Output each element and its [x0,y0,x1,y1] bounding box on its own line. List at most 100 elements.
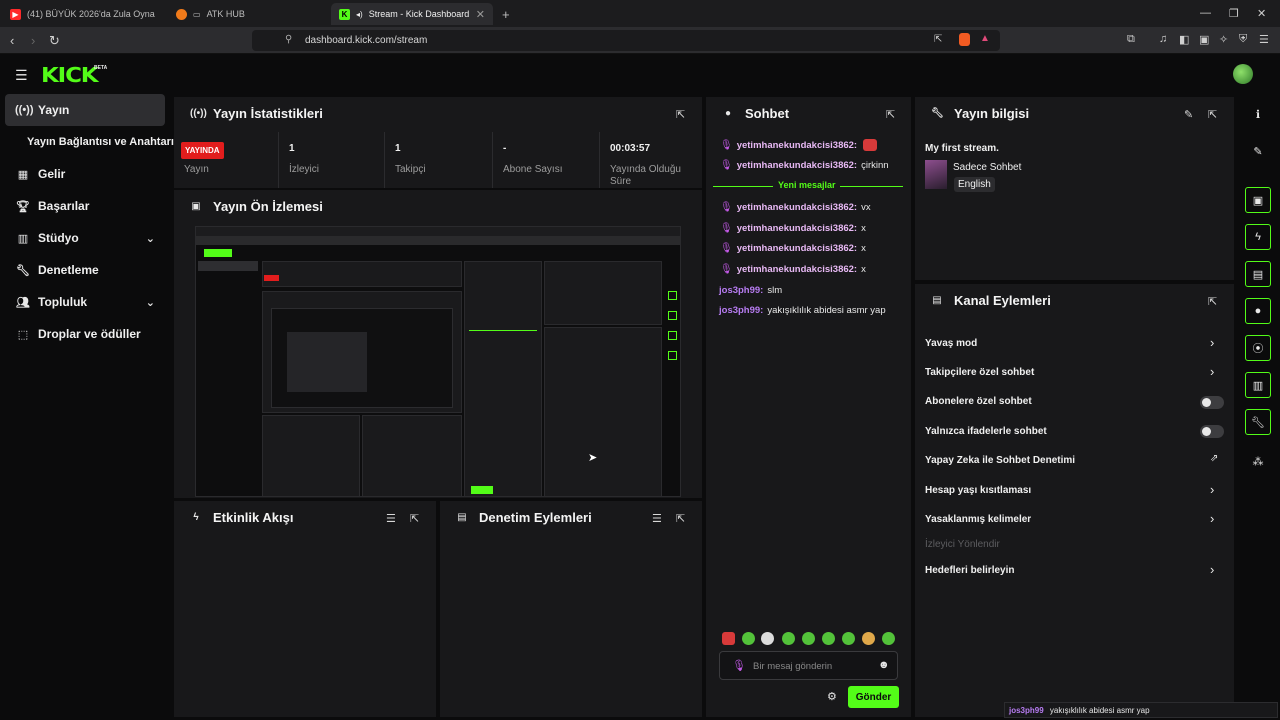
stat-value: 1 [395,143,401,154]
kick-logo[interactable]: KICK [41,63,99,87]
reload-icon[interactable]: ↻ [49,33,60,49]
edit-pencil-icon[interactable]: ✎ [1184,108,1193,121]
sidebar-toggle-icon[interactable]: ◧ [1179,33,1189,46]
emote-icon[interactable] [862,632,875,645]
action-slow-mode[interactable]: Yavaş mod [925,338,977,349]
music-icon[interactable]: ♫ [1159,33,1167,45]
chat-username[interactable]: yetimhanekundakcisi3862: [737,140,857,151]
action-account-age[interactable]: Hesap yaşı kısıtlaması [925,485,1031,496]
chevron-right-icon[interactable]: › [1210,482,1214,497]
chat-username[interactable]: yetimhanekundakcisi3862: [737,264,857,275]
category-name[interactable]: Sadece Sohbet [953,162,1021,173]
kick-icon: K [339,8,350,20]
preview-chat [464,261,542,496]
chevron-right-icon[interactable]: › [1210,562,1214,577]
preview-rail-button [668,331,677,340]
clipboard-icon[interactable]: ▤ [1245,261,1271,287]
browser-tab-youtube[interactable]: ▶ (41) BÜYÜK 2026'da Zula Oynanır mı [2,3,166,25]
emote-icon[interactable] [722,632,735,645]
browser-tab-kick[interactable]: K ◂) Stream - Kick Dashboard ✕ [331,3,493,25]
brave-rewards-icon[interactable]: ▲ [980,33,990,44]
stream-icon[interactable]: ⦿ [1245,335,1271,361]
brave-shield-icon[interactable] [959,33,970,46]
emote-icon[interactable] [742,632,755,645]
chat-username[interactable]: jos3ph99: [719,285,763,296]
moderation-title: ▤ Denetim Eylemleri [456,510,591,525]
emote-icon[interactable] [822,632,835,645]
info-icon[interactable]: ℹ [1245,101,1271,127]
filter-icon[interactable]: ☰ [386,512,396,525]
leo-ai-icon[interactable]: ✧ [1219,33,1228,46]
emote-icon[interactable] [882,632,895,645]
chevron-right-icon[interactable]: › [1210,364,1214,379]
emote-icon[interactable] [761,632,774,645]
popout-icon[interactable]: ⇱ [676,108,685,121]
restore-icon[interactable]: ❐ [1229,7,1239,20]
chat-username[interactable]: jos3ph99: [719,305,763,316]
stream-preview-video[interactable]: ➤ [195,226,681,497]
site-info-icon[interactable]: ⚲ [285,34,292,45]
filter-icon[interactable]: ☰ [652,512,662,525]
action-banned-words[interactable]: Yasaklanmış kelimeler [925,514,1031,525]
preview-newmsg-line [469,330,537,331]
sidebar-item-yayin[interactable]: ((•)) Yayın [5,94,165,126]
action-set-goals[interactable]: Hedefleri belirleyin [925,565,1014,576]
chat-username[interactable]: yetimhanekundakcisi3862: [737,160,857,171]
chat-settings-gear-icon[interactable]: ⚙ [827,690,837,703]
emote-icon[interactable] [842,632,855,645]
actions-icon[interactable]: ▥ [1245,372,1271,398]
action-followers-only[interactable]: Takipçilere özel sohbet [925,367,1034,378]
user-avatar[interactable] [1233,64,1253,84]
edit-pencil-icon[interactable]: ✎ [1245,138,1271,164]
stat-value: 1 [289,143,295,154]
preview-actions [544,327,662,496]
emote-icon[interactable] [782,632,795,645]
popout-icon[interactable]: ⇱ [886,108,895,121]
external-link-icon[interactable]: ⇗ [1210,453,1218,464]
popout-icon[interactable]: ⇱ [1208,108,1217,121]
new-tab-button[interactable]: + [494,3,516,25]
wallet-icon[interactable]: ▣ [1199,33,1209,46]
sidebar-item-denetleme[interactable]: 🔧︎ Denetleme [5,254,165,286]
close-tab-icon[interactable]: ✕ [476,8,485,21]
vpn-icon[interactable]: ⛨ [1239,33,1247,46]
community-icon: 👥︎ [16,296,30,309]
chat-icon[interactable]: ● [1245,298,1271,324]
browser-tab-atk[interactable]: ▭ ATK HUB [168,3,328,25]
share-icon[interactable]: ⇱ [934,34,942,45]
divider-line [840,186,903,187]
wrench-icon[interactable]: 🔧︎ [1245,409,1271,435]
subscribers-only-toggle[interactable] [1200,396,1224,409]
camera-icon[interactable]: ▣ [1245,187,1271,213]
chat-message-input[interactable]: 🎙︎ Bir mesaj gönderin ☻ [719,651,898,680]
hamburger-icon[interactable]: ☰ [15,67,28,84]
sidebar-item-studyo[interactable]: ▥ Stüdyo ⌄ [5,222,165,254]
emoji-picker-icon[interactable]: ☻ [878,659,890,671]
sidebar-item-droplar[interactable]: ⬚ Droplar ve ödüller [5,318,165,350]
sidebar-item-topluluk[interactable]: 👥︎ Topluluk ⌄ [5,286,165,318]
emotes-only-toggle[interactable] [1200,425,1224,438]
lightning-icon[interactable]: ϟ [1245,224,1271,250]
sidebar-item-stream-key[interactable]: Yayın Bağlantısı ve Anahtarı [27,136,174,148]
popout-icon[interactable]: ⇱ [676,512,685,525]
chevron-right-icon[interactable]: › [1210,511,1214,526]
window-close-icon[interactable]: ✕ [1257,7,1266,20]
add-widget-icon[interactable]: ⁂ [1245,448,1271,474]
minimize-icon[interactable]: — [1200,7,1211,19]
popout-icon[interactable]: ⇱ [1208,295,1217,308]
sidebar-item-basarilar[interactable]: 🏆︎ Başarılar [5,190,165,222]
sidebar-item-gelir[interactable]: ▦ Gelir [5,158,165,190]
forward-icon[interactable]: › [31,33,35,48]
action-ai-moderation[interactable]: Yapay Zeka ile Sohbet Denetimi [925,455,1075,466]
popout-icon[interactable]: ⇱ [410,512,419,525]
chat-username[interactable]: yetimhanekundakcisi3862: [737,223,857,234]
chat-username[interactable]: yetimhanekundakcisi3862: [737,243,857,254]
url-field[interactable]: ⚲ dashboard.kick.com/stream ⇱ ▲ [252,30,1000,51]
emote-icon[interactable] [802,632,815,645]
chat-username[interactable]: yetimhanekundakcisi3862: [737,202,857,213]
send-button[interactable]: Gönder [848,686,899,708]
sidebar-panel-icon[interactable]: ⧉ [1127,33,1135,46]
menu-icon[interactable]: ☰ [1259,33,1269,46]
chevron-right-icon[interactable]: › [1210,335,1214,350]
back-icon[interactable]: ‹ [10,33,14,48]
